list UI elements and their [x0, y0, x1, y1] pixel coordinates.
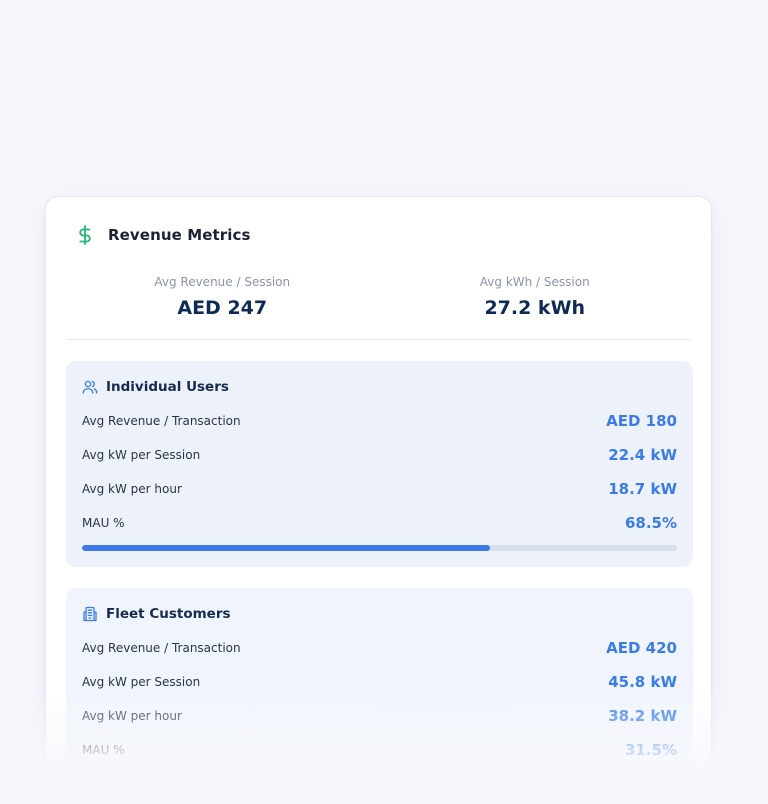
- card-header: Revenue Metrics: [76, 221, 251, 249]
- metric-label: Avg kW per hour: [82, 482, 182, 496]
- metric-row: Avg kW per hour 38.2 kW: [82, 706, 677, 726]
- page: Revenue Metrics Avg Revenue / Session AE…: [0, 0, 768, 804]
- metric-label: Avg kW per Session: [82, 675, 201, 689]
- metric-value: 22.4 kW: [608, 446, 677, 464]
- metric-row: MAU % 31.5%: [82, 740, 677, 760]
- summary-value: 27.2 kWh: [484, 297, 586, 319]
- metric-row: Avg kW per Session 22.4 kW: [82, 445, 677, 465]
- metric-value: 38.2 kW: [608, 707, 677, 725]
- metric-label: Avg kW per hour: [82, 709, 182, 723]
- summary-value: AED 247: [177, 297, 268, 319]
- metric-label: MAU %: [82, 516, 125, 530]
- metric-label: Avg Revenue / Transaction: [82, 641, 241, 655]
- metric-label: MAU %: [82, 743, 125, 757]
- mau-progress-bar: [82, 545, 677, 551]
- metric-value: 18.7 kW: [608, 480, 677, 498]
- mau-progress-fill: [82, 545, 490, 551]
- summary-label: Avg kWh / Session: [479, 275, 590, 289]
- building-icon: [82, 606, 98, 622]
- metric-row: Avg kW per Session 45.8 kW: [82, 672, 677, 692]
- metric-value: AED 180: [606, 412, 677, 430]
- summary-avg-kwh: Avg kWh / Session 27.2 kWh: [379, 271, 692, 339]
- section-title: Fleet Customers: [106, 606, 231, 622]
- metric-row: MAU % 68.5%: [82, 513, 677, 533]
- section-title: Individual Users: [106, 379, 229, 395]
- metric-value: AED 420: [606, 639, 677, 657]
- divider: [66, 339, 691, 340]
- dollar-icon: [76, 224, 94, 246]
- section-header: Fleet Customers: [82, 604, 231, 624]
- individual-users-section: Individual Users Avg Revenue / Transacti…: [66, 361, 693, 567]
- summary-avg-revenue: Avg Revenue / Session AED 247: [66, 271, 379, 339]
- section-header: Individual Users: [82, 377, 229, 397]
- revenue-metrics-card: Revenue Metrics Avg Revenue / Session AE…: [45, 196, 712, 804]
- metric-label: Avg kW per Session: [82, 448, 201, 462]
- card-title: Revenue Metrics: [108, 226, 251, 244]
- summary-label: Avg Revenue / Session: [154, 275, 291, 289]
- metric-row: Avg kW per hour 18.7 kW: [82, 479, 677, 499]
- metric-row: Avg Revenue / Transaction AED 180: [82, 411, 677, 431]
- metric-value: 68.5%: [624, 514, 677, 532]
- fleet-customers-section: Fleet Customers Avg Revenue / Transactio…: [66, 588, 693, 804]
- metric-value: 31.5%: [624, 741, 677, 759]
- metric-row: Avg Revenue / Transaction AED 420: [82, 638, 677, 658]
- summary-stats: Avg Revenue / Session AED 247 Avg kWh / …: [66, 271, 691, 339]
- metric-label: Avg Revenue / Transaction: [82, 414, 241, 428]
- users-icon: [82, 379, 98, 395]
- metric-value: 45.8 kW: [608, 673, 677, 691]
